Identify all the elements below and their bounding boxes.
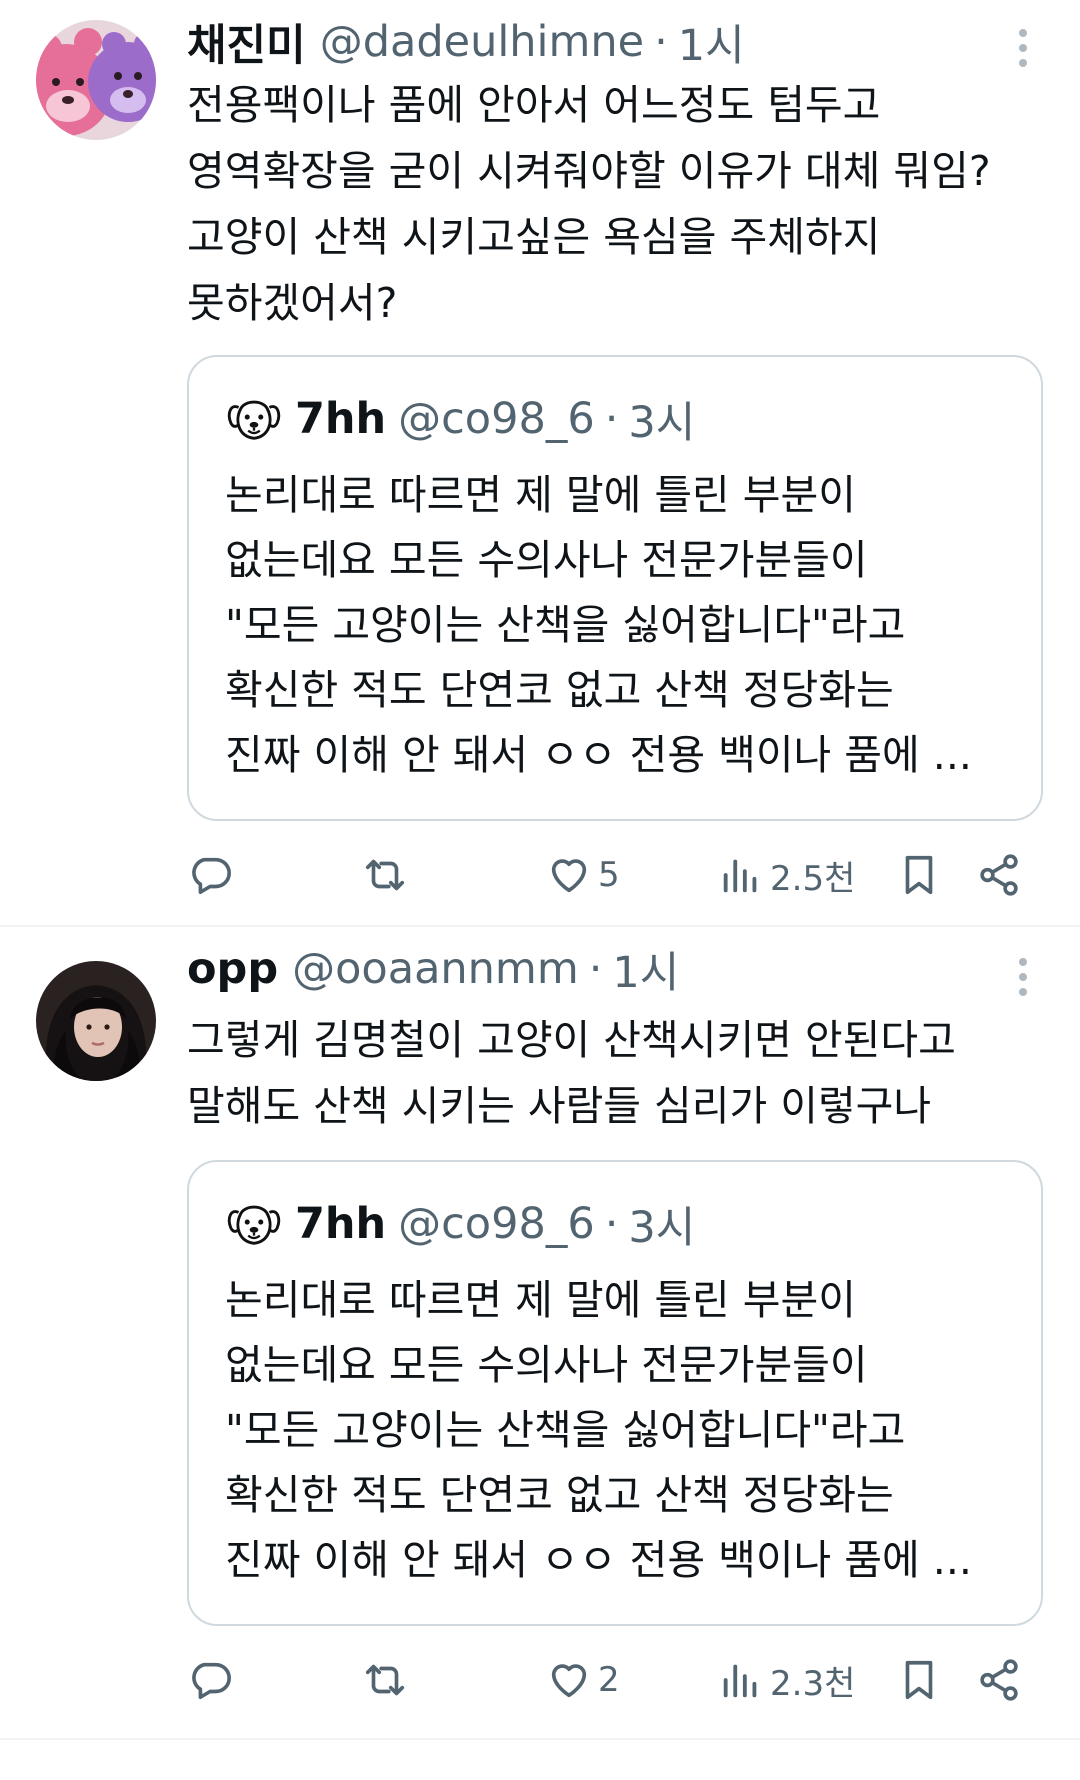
bar-chart-views-icon [723,859,757,893]
share-icon [980,1659,1018,1701]
retweet-button[interactable] [362,1645,414,1715]
tweet-divider [0,1738,1080,1740]
more-options-button[interactable] [1006,947,1040,1007]
tweet-header: opp @ooaannmm · 1시 [187,939,990,999]
like-count: 5 [598,855,620,895]
retweet-icon [365,859,405,891]
separator-dot: · [604,394,619,444]
heart-icon [551,1664,587,1698]
timeline-feed: 채진미 @dadeulhimne · 1시 전용팩이나 품에 안아서 어느정도 … [0,0,1080,1780]
quoted-user-handle[interactable]: @co98_6 [398,1199,595,1249]
view-count: 2.5천 [770,858,856,899]
bookmark-button[interactable] [896,1645,942,1715]
quoted-tweet[interactable]: 7hh @co98_6 · 3시 논리대로 따르면 제 말에 틀린 부분이 없는… [187,1160,1043,1626]
like-button[interactable]: 2 [546,1645,620,1715]
separator-dot: · [604,1199,619,1249]
user-avatar[interactable] [36,20,156,140]
more-dot-icon [1019,973,1027,981]
dog-face-icon [227,1205,281,1245]
quoted-display-name[interactable]: 7hh [295,1199,386,1249]
timestamp[interactable]: 1시 [612,939,679,999]
bookmark-icon [905,1660,933,1700]
quoted-tweet[interactable]: 7hh @co98_6 · 3시 논리대로 따르면 제 말에 틀린 부분이 없는… [187,355,1043,821]
retweet-icon [365,1664,405,1696]
user-handle[interactable]: @dadeulhimne [320,17,644,67]
view-count: 2.3천 [770,1663,856,1704]
quoted-tweet-header: 7hh @co98_6 · 3시 [225,387,1021,451]
separator-dot: · [654,17,668,67]
quoted-timestamp[interactable]: 3시 [628,388,695,450]
tweet[interactable]: opp @ooaannmm · 1시 그렇게 김명철이 고양이 산책시키면 안된… [0,927,1080,1737]
quoted-timestamp[interactable]: 3시 [628,1193,695,1255]
user-avatar[interactable] [36,961,156,1081]
reply-bubble-icon [192,857,231,895]
bear-plush-avatar-icon [36,20,156,140]
quoted-tweet-text: 논리대로 따르면 제 말에 틀린 부분이 없는데요 모든 수의사나 전문가분들이… [225,471,972,779]
separator-dot: · [588,944,603,994]
tweet-text: 그렇게 김명철이 고양이 산책시키면 안된다고 말해도 산책 시키는 사람들 심… [187,1016,956,1130]
quoted-display-name[interactable]: 7hh [295,394,386,444]
like-count: 2 [598,1660,620,1700]
views-button[interactable]: 2.3천 [718,1645,855,1715]
dog-face-icon [227,400,281,440]
more-dot-icon [1019,988,1027,996]
retweet-button[interactable] [362,840,414,910]
bookmark-icon [905,855,933,895]
bookmark-button[interactable] [896,840,942,910]
quoted-tweet-text: 논리대로 따르면 제 말에 틀린 부분이 없는데요 모든 수의사나 전문가분들이… [225,1276,972,1584]
more-options-button[interactable] [1006,18,1040,78]
bar-chart-views-icon [723,1664,757,1698]
user-handle[interactable]: @ooaannmm [292,944,579,994]
views-button[interactable]: 2.5천 [718,840,855,910]
share-button[interactable] [976,1645,1022,1715]
timestamp[interactable]: 1시 [678,12,745,72]
share-button[interactable] [976,840,1022,910]
share-icon [980,854,1018,896]
tweet-text: 전용팩이나 품에 안아서 어느정도 텀두고 영역확장을 굳이 시켜줘야할 이유가… [187,81,991,327]
more-dot-icon [1019,29,1027,37]
reply-button[interactable] [187,840,239,910]
heart-icon [551,859,587,893]
person-avatar-icon [36,961,156,1081]
tweet[interactable]: 채진미 @dadeulhimne · 1시 전용팩이나 품에 안아서 어느정도 … [0,0,1080,925]
more-dot-icon [1019,958,1027,966]
like-button[interactable]: 5 [546,840,620,910]
quoted-tweet-header: 7hh @co98_6 · 3시 [225,1192,1021,1256]
tweet-actions-bar: 5 2.5천 [0,840,1080,910]
display-name[interactable]: opp [187,944,278,994]
reply-button[interactable] [187,1645,239,1715]
more-dot-icon [1019,59,1027,67]
display-name[interactable]: 채진미 [187,12,306,72]
quoted-user-handle[interactable]: @co98_6 [398,394,595,444]
reply-bubble-icon [192,1662,231,1700]
more-dot-icon [1019,44,1027,52]
tweet-actions-bar: 2 2.3천 [0,1645,1080,1715]
tweet-header: 채진미 @dadeulhimne · 1시 [187,12,990,72]
